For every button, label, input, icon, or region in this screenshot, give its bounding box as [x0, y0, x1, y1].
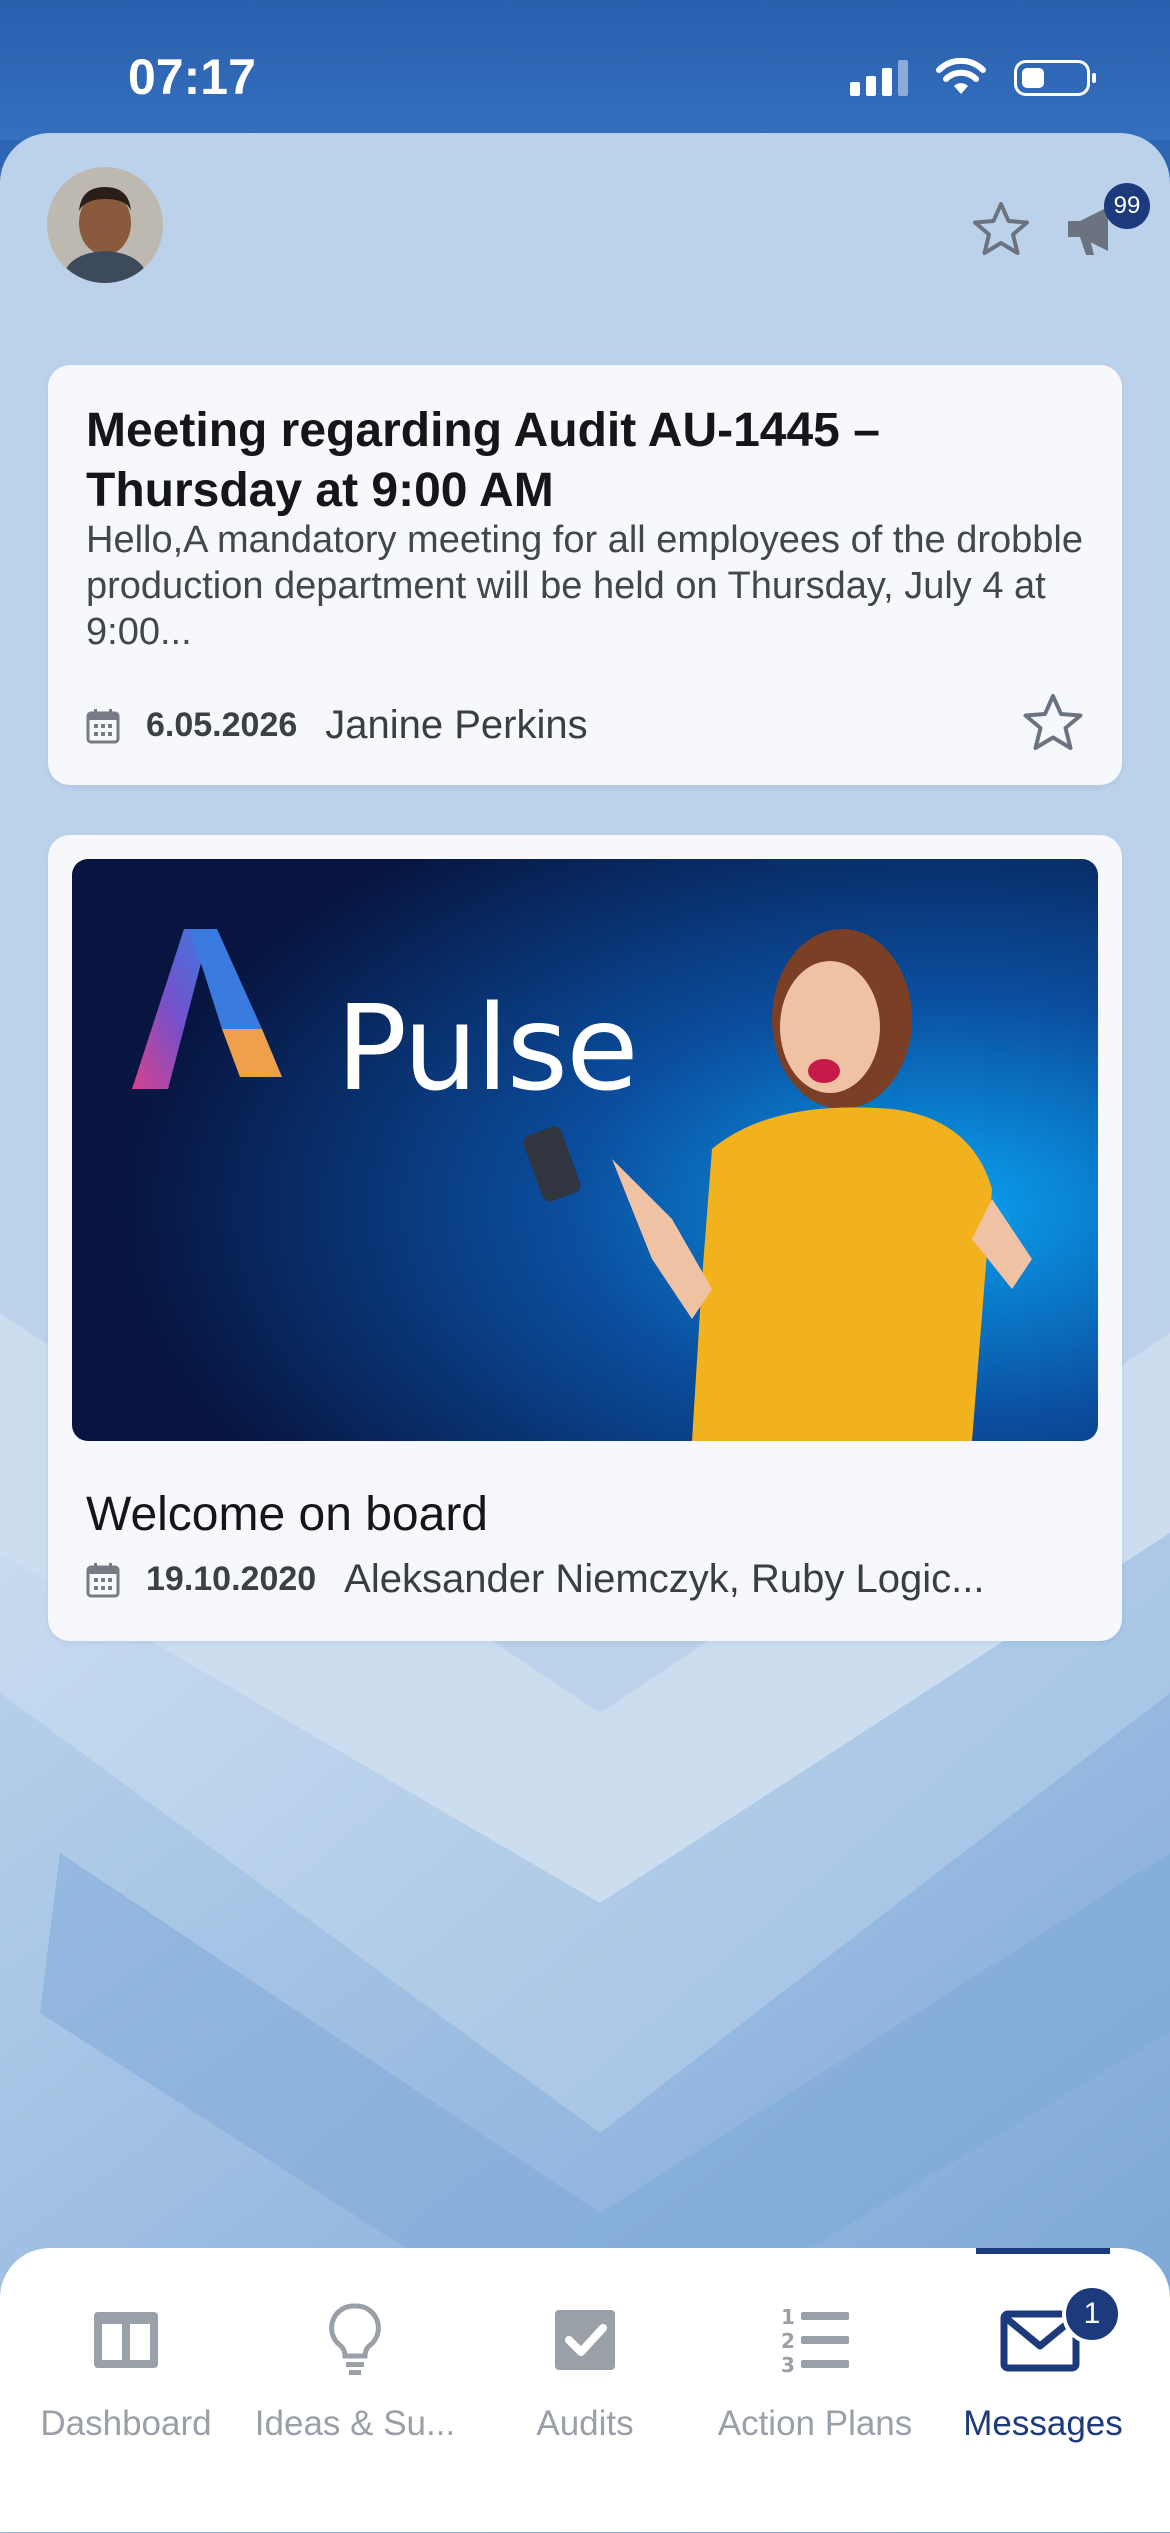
message-meta: 6.05.2026 Janine Perkins	[86, 703, 588, 748]
favorite-star-icon[interactable]	[1020, 691, 1086, 755]
dashboard-icon	[94, 2312, 158, 2368]
svg-text:3: 3	[781, 2353, 795, 2377]
tab-ideas-suggestions[interactable]: Ideas & Su...	[240, 2248, 470, 2468]
banner-illustration	[72, 859, 1098, 1441]
svg-text:1: 1	[781, 2305, 795, 2329]
tab-label: Ideas & Su...	[254, 2404, 456, 2443]
tab-label: Messages	[963, 2404, 1123, 2443]
tab-label: Dashboard	[40, 2404, 212, 2443]
banner-brand-text: Pulse	[336, 979, 639, 1117]
favorites-star-icon[interactable]	[970, 199, 1032, 261]
status-bar: 07:17	[0, 0, 1170, 140]
calendar-icon	[86, 708, 120, 743]
checkbox-icon	[555, 2310, 615, 2370]
tab-label: Audits	[536, 2404, 634, 2443]
tab-audits[interactable]: Audits	[470, 2248, 700, 2468]
battery-icon	[1014, 60, 1096, 96]
bottom-tab-bar: Dashboard Ideas & Su... Audits 1 2 3 Act…	[0, 2248, 1170, 2532]
message-card[interactable]: Pulse Welcome on board 19.10.2020 Aleksa…	[48, 835, 1122, 1641]
cellular-signal-icon	[850, 60, 908, 96]
message-title: Welcome on board	[86, 1488, 488, 1541]
tab-dashboard[interactable]: Dashboard	[12, 2248, 240, 2468]
message-author: Aleksander Niemczyk, Ruby Logic...	[344, 1557, 985, 1601]
tab-action-plans[interactable]: 1 2 3 Action Plans	[700, 2248, 930, 2468]
message-card[interactable]: Meeting regarding Audit AU-1445 – Thursd…	[48, 365, 1122, 785]
messages-badge: 1	[1062, 2284, 1122, 2344]
message-author: Janine Perkins	[325, 703, 588, 747]
message-date: 19.10.2020	[146, 1560, 317, 1598]
message-meta: 19.10.2020 Aleksander Niemczyk, Ruby Log…	[86, 1557, 984, 1602]
svg-text:2: 2	[781, 2329, 795, 2353]
lightbulb-icon	[329, 2303, 381, 2375]
tab-label: Action Plans	[717, 2404, 913, 2443]
message-preview: Hello,A mandatory meeting for all employ…	[86, 519, 1083, 653]
wifi-icon	[936, 58, 986, 94]
status-icons	[850, 56, 1096, 100]
calendar-icon	[86, 1562, 120, 1597]
status-time: 07:17	[128, 49, 256, 105]
message-date: 6.05.2026	[146, 706, 298, 744]
message-banner-image: Pulse	[72, 859, 1098, 1441]
user-avatar[interactable]	[47, 167, 163, 283]
notifications-badge: 99	[1104, 183, 1150, 229]
numbered-list-icon: 1 2 3	[781, 2305, 849, 2377]
messages-screen: 99 Meeting regarding Audit AU-1445 – Thu…	[0, 133, 1170, 2533]
tab-messages[interactable]: 1 Messages	[930, 2248, 1156, 2468]
message-title: Meeting regarding Audit AU-1445 – Thursd…	[86, 404, 880, 517]
avatar-image	[47, 167, 163, 283]
